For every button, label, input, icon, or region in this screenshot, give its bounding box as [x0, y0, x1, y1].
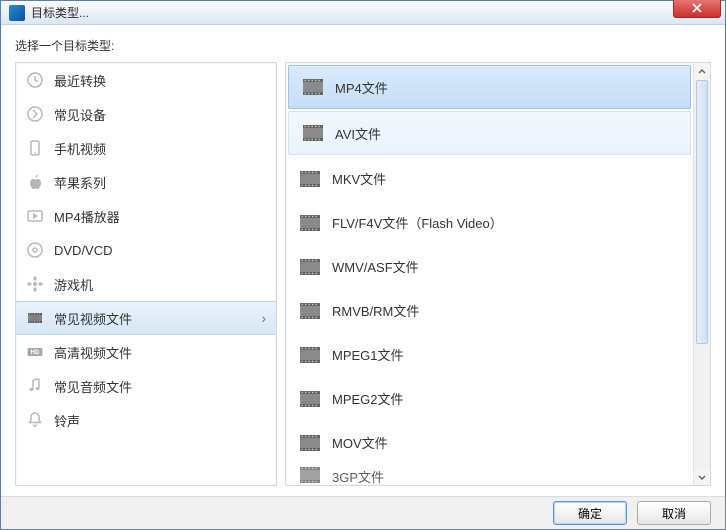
format-label: MPEG2文件 — [332, 389, 404, 408]
category-item[interactable]: 游戏机 — [16, 267, 276, 301]
format-panel: MP4文件 AVI文件 MKV文件 FLV/F4V文件（Flash Video） WMV… — [285, 62, 711, 486]
format-item[interactable]: AVI文件 — [288, 111, 691, 155]
instruction-label: 选择一个目标类型: — [15, 37, 711, 54]
scroll-track[interactable] — [694, 80, 710, 468]
film-icon — [300, 467, 320, 483]
content-area: 选择一个目标类型: 最近转换常见设备手机视频苹果系列 MP4播放器 DVD/VCD 游… — [1, 25, 725, 496]
format-label: MPEG1文件 — [332, 345, 404, 364]
format-label: WMV/ASF文件 — [332, 257, 419, 276]
gamepad-icon — [26, 275, 44, 293]
category-label: 常见设备 — [54, 105, 106, 124]
category-label: 常见音频文件 — [54, 377, 132, 396]
close-button[interactable] — [673, 0, 721, 18]
format-label: FLV/F4V文件（Flash Video） — [332, 213, 503, 232]
scroll-thumb[interactable] — [696, 80, 708, 344]
category-label: DVD/VCD — [54, 243, 113, 258]
chevron-up-icon — [698, 68, 706, 76]
category-label: 手机视频 — [54, 139, 106, 158]
format-item[interactable]: MKV文件 — [286, 157, 693, 201]
arrow-right-icon — [26, 105, 44, 123]
scrollbar[interactable] — [693, 63, 710, 485]
format-label: 3GP文件 — [332, 467, 384, 485]
film-icon — [26, 309, 44, 327]
format-item[interactable]: FLV/F4V文件（Flash Video） — [286, 201, 693, 245]
panels: 最近转换常见设备手机视频苹果系列 MP4播放器 DVD/VCD 游戏机常见视频文件 › H… — [15, 62, 711, 486]
format-list: MP4文件 AVI文件 MKV文件 FLV/F4V文件（Flash Video） WMV… — [286, 63, 693, 485]
app-icon — [9, 5, 25, 21]
format-label: MOV文件 — [332, 433, 388, 452]
music-icon — [26, 377, 44, 395]
film-icon — [300, 171, 320, 187]
format-label: RMVB/RM文件 — [332, 301, 419, 320]
category-item[interactable]: 常见设备 — [16, 97, 276, 131]
film-icon — [300, 347, 320, 363]
titlebar: 目标类型... — [1, 1, 725, 25]
category-label: 常见视频文件 — [54, 309, 132, 328]
format-item[interactable]: MPEG2文件 — [286, 377, 693, 421]
svg-text:HD: HD — [31, 351, 40, 357]
footer: 确定 取消 — [1, 496, 725, 529]
category-label: MP4播放器 — [54, 207, 120, 226]
category-list: 最近转换常见设备手机视频苹果系列 MP4播放器 DVD/VCD 游戏机常见视频文件 › H… — [15, 62, 277, 486]
film-icon — [300, 259, 320, 275]
dialog-window: 目标类型... 选择一个目标类型: 最近转换常见设备手机视频苹果系列 MP4播放器… — [0, 0, 726, 530]
format-label: MP4文件 — [335, 78, 388, 97]
format-item[interactable]: WMV/ASF文件 — [286, 245, 693, 289]
ok-button[interactable]: 确定 — [553, 501, 627, 525]
bell-icon — [26, 411, 44, 429]
film-icon — [300, 435, 320, 451]
chevron-right-icon: › — [261, 310, 266, 326]
window-title: 目标类型... — [31, 4, 673, 21]
clock-icon — [26, 71, 44, 89]
category-item[interactable]: 铃声 — [16, 403, 276, 437]
format-label: AVI文件 — [335, 124, 381, 143]
film-icon — [303, 125, 323, 141]
format-item[interactable]: 3GP文件 — [286, 465, 693, 485]
disc-icon — [26, 241, 44, 259]
close-icon — [692, 3, 702, 13]
format-item[interactable]: MPEG1文件 — [286, 333, 693, 377]
category-item[interactable]: HD 高清视频文件 — [16, 335, 276, 369]
scroll-down-button[interactable] — [694, 468, 710, 485]
format-label: MKV文件 — [332, 169, 386, 188]
category-label: 高清视频文件 — [54, 343, 132, 362]
category-item[interactable]: 常见音频文件 — [16, 369, 276, 403]
category-label: 铃声 — [54, 411, 80, 430]
format-item[interactable]: RMVB/RM文件 — [286, 289, 693, 333]
category-item[interactable]: 苹果系列 — [16, 165, 276, 199]
cancel-button[interactable]: 取消 — [637, 501, 711, 525]
format-item[interactable]: MOV文件 — [286, 421, 693, 465]
category-label: 游戏机 — [54, 275, 93, 294]
scroll-up-button[interactable] — [694, 63, 710, 80]
category-item[interactable]: 最近转换 — [16, 63, 276, 97]
film-icon — [300, 215, 320, 231]
category-item[interactable]: MP4播放器 — [16, 199, 276, 233]
apple-icon — [26, 173, 44, 191]
film-icon — [300, 303, 320, 319]
category-label: 苹果系列 — [54, 173, 106, 192]
format-item[interactable]: MP4文件 — [288, 65, 691, 109]
category-item[interactable]: 常见视频文件 › — [16, 301, 276, 335]
player-icon — [26, 207, 44, 225]
phone-icon — [26, 139, 44, 157]
film-icon — [300, 391, 320, 407]
category-item[interactable]: 手机视频 — [16, 131, 276, 165]
chevron-down-icon — [698, 473, 706, 481]
hd-icon: HD — [26, 343, 44, 361]
film-icon — [303, 79, 323, 95]
category-label: 最近转换 — [54, 71, 106, 90]
category-item[interactable]: DVD/VCD — [16, 233, 276, 267]
